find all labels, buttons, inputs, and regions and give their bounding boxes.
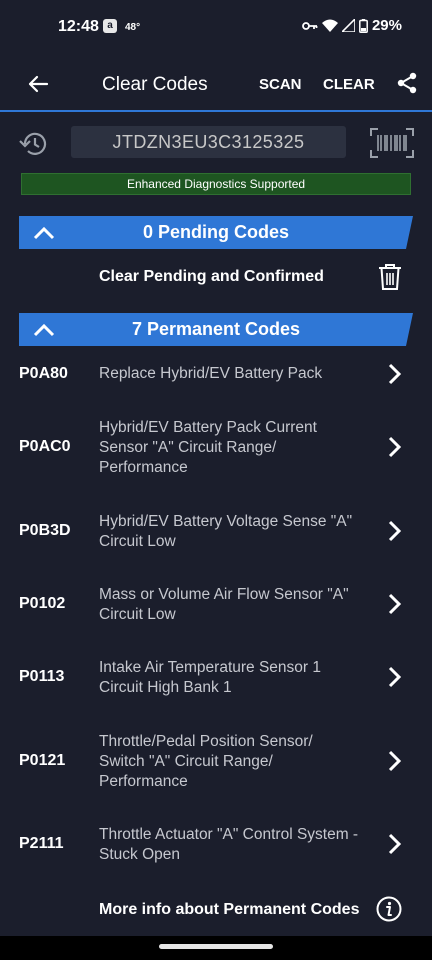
code-row-p2111[interactable]: P2111 Throttle Actuator "A" Control Syst…	[0, 825, 432, 865]
code-row-p0121[interactable]: P0121 Throttle/Pedal Position Sensor/ Sw…	[0, 732, 432, 792]
chevron-right-icon	[388, 750, 402, 772]
code-description-line: Stuck Open	[99, 846, 180, 863]
status-icons: 29%	[302, 17, 402, 34]
status-time: 12:48	[58, 18, 99, 35]
code-id: P0102	[19, 595, 66, 612]
chevron-right-icon	[388, 833, 402, 855]
notification-app-icon: a	[103, 19, 117, 33]
more-info-row: More info about Permanent Codes	[0, 893, 432, 927]
status-temperature: 48°	[125, 22, 141, 33]
code-id: P0113	[19, 668, 65, 685]
code-description-line: Switch "A" Circuit Range/	[99, 753, 273, 770]
code-row-p0a80[interactable]: P0A80 Replace Hybrid/EV Battery Pack	[0, 355, 432, 393]
code-description-line: Throttle/Pedal Position Sensor/	[99, 733, 313, 750]
history-icon[interactable]	[19, 130, 49, 158]
code-description: Throttle/Pedal Position Sensor/ Switch "…	[99, 732, 369, 792]
share-icon[interactable]	[396, 72, 418, 94]
code-description: Replace Hybrid/EV Battery Pack	[99, 364, 369, 384]
status-bar: 12:48 a 48° 29%	[0, 0, 432, 56]
code-row-p0ac0[interactable]: P0AC0 Hybrid/EV Battery Pack Current Sen…	[0, 418, 432, 478]
vin-field[interactable]: JTDZN3EU3C3125325	[71, 126, 346, 158]
trash-icon[interactable]	[378, 263, 402, 291]
code-description-line: Mass or Volume Air Flow Sensor "A"	[99, 586, 349, 603]
code-description: Hybrid/EV Battery Pack Current Sensor "A…	[99, 418, 369, 478]
code-description-line: Performance	[99, 459, 188, 476]
code-description-line: Circuit Low	[99, 606, 176, 623]
code-description-line: Circuit Low	[99, 533, 176, 550]
clear-button[interactable]: CLEAR	[323, 76, 375, 93]
home-gesture-handle[interactable]	[159, 944, 273, 949]
code-description-line: Replace Hybrid/EV Battery Pack	[99, 365, 323, 382]
vpn-key-icon	[302, 21, 318, 30]
code-id: P0AC0	[19, 438, 71, 455]
code-id: P2111	[19, 835, 64, 852]
code-row-p0b3d[interactable]: P0B3D Hybrid/EV Battery Voltage Sense "A…	[0, 512, 432, 552]
enhanced-diagnostics-banner: Enhanced Diagnostics Supported	[21, 173, 411, 195]
code-description-line: Hybrid/EV Battery Pack Current	[99, 419, 317, 436]
code-description: Mass or Volume Air Flow Sensor "A" Circu…	[99, 585, 369, 625]
chevron-right-icon	[388, 363, 402, 385]
code-description: Throttle Actuator "A" Control System - S…	[99, 825, 369, 865]
clear-pending-and-confirmed[interactable]: Clear Pending and Confirmed	[99, 268, 324, 286]
scan-button[interactable]: SCAN	[259, 76, 302, 93]
code-description-line: Hybrid/EV Battery Voltage Sense "A"	[99, 513, 353, 530]
code-description-line: Intake Air Temperature Sensor 1	[99, 659, 322, 676]
info-icon[interactable]	[376, 896, 402, 922]
code-description-line: Sensor "A" Circuit Range/	[99, 439, 277, 456]
vin-row: JTDZN3EU3C3125325	[0, 126, 432, 160]
chevron-right-icon	[388, 520, 402, 542]
chevron-right-icon	[388, 666, 402, 688]
code-description-line: Circuit High Bank 1	[99, 679, 232, 696]
wifi-icon	[321, 19, 338, 32]
code-row-p0102[interactable]: P0102 Mass or Volume Air Flow Sensor "A"…	[0, 585, 432, 625]
code-row-p0113[interactable]: P0113 Intake Air Temperature Sensor 1 Ci…	[0, 658, 432, 698]
app-bar: Clear Codes SCAN CLEAR	[0, 56, 432, 110]
chevron-right-icon	[388, 593, 402, 615]
battery-icon	[359, 18, 368, 33]
code-description-line: Performance	[99, 773, 188, 790]
pending-codes-label: 0 Pending Codes	[142, 222, 290, 242]
app-bar-divider	[0, 110, 432, 112]
code-id: P0121	[19, 752, 66, 769]
code-description: Hybrid/EV Battery Voltage Sense "A" Circ…	[99, 512, 369, 552]
pending-codes-header[interactable]: 0 Pending Codes	[19, 216, 413, 249]
code-id: P0B3D	[19, 522, 71, 539]
page-title: Clear Codes	[102, 74, 208, 95]
battery-percent: 29%	[371, 17, 402, 34]
chevron-right-icon	[388, 436, 402, 458]
permanent-codes-header[interactable]: 7 Permanent Codes	[19, 313, 413, 346]
more-info-permanent-codes[interactable]: More info about Permanent Codes	[99, 901, 359, 919]
back-arrow-icon[interactable]	[26, 72, 50, 96]
permanent-codes-label: 7 Permanent Codes	[131, 319, 301, 339]
code-description: Intake Air Temperature Sensor 1 Circuit …	[99, 658, 369, 698]
code-description-line: Throttle Actuator "A" Control System -	[99, 826, 359, 843]
signal-icon	[341, 19, 355, 32]
clear-pending-row: Clear Pending and Confirmed	[0, 255, 432, 299]
barcode-icon[interactable]	[370, 128, 414, 158]
code-id: P0A80	[19, 365, 68, 382]
